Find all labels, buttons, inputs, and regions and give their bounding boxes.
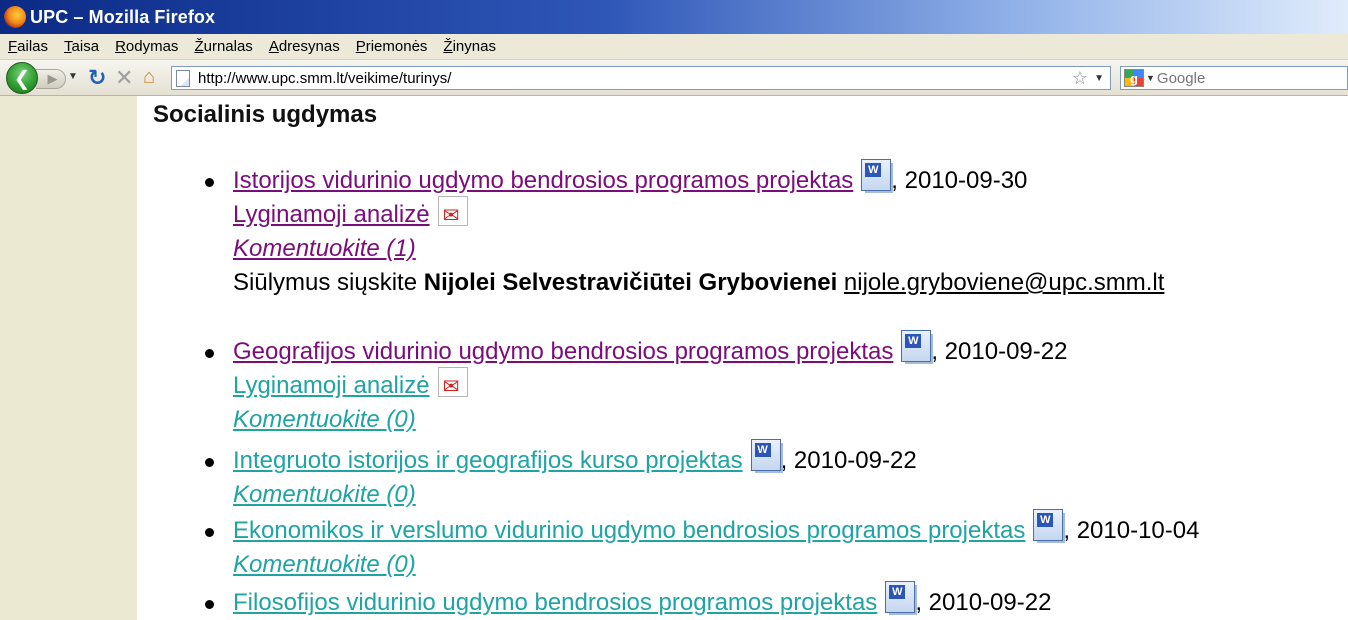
menu-rodymas[interactable]: Rodymas	[115, 38, 178, 55]
comment-link[interactable]: Komentuokite (0)	[233, 478, 416, 512]
reload-icon[interactable]: ↻	[88, 65, 106, 91]
arrow-left-icon: ❮	[13, 67, 31, 90]
window-titlebar: UPC – Mozilla Firefox	[0, 0, 1348, 34]
contact-name: Nijolei Selvestravičiūtei Grybovienei	[423, 269, 838, 296]
menu-adresynas[interactable]: Adresynas	[269, 38, 340, 55]
word-document-icon[interactable]	[861, 159, 892, 191]
bullet	[205, 600, 214, 609]
document-date: , 2010-09-22	[915, 589, 1052, 616]
pdf-document-icon[interactable]	[437, 367, 468, 404]
bullet	[205, 528, 214, 537]
back-button[interactable]: ❮	[6, 62, 38, 94]
menu-zurnalas[interactable]: Žurnalas	[194, 38, 252, 55]
comment-link[interactable]: Komentuokite (1)	[233, 232, 416, 266]
menu-failas[interactable]: Failas	[8, 38, 48, 55]
search-bar[interactable]: g ▼	[1120, 66, 1348, 90]
list-item: Integruoto istorijos ir geografijos kurs…	[205, 439, 917, 512]
word-document-icon[interactable]	[901, 330, 932, 362]
home-icon[interactable]: ⌂	[143, 66, 155, 89]
list-item: Filosofijos vidurinio ugdymo bendrosios …	[205, 581, 1052, 620]
firefox-logo-icon	[4, 6, 26, 28]
suggestion-text: Siūlymus siųskite	[233, 269, 418, 296]
menu-taisa[interactable]: Taisa	[64, 38, 99, 55]
section-heading: Socialinis ugdymas	[153, 101, 378, 128]
document-date: , 2010-09-22	[931, 338, 1068, 365]
comparative-analysis-link[interactable]: Lyginamoji analizė	[233, 369, 430, 403]
search-input[interactable]	[1156, 69, 1337, 87]
document-link[interactable]: Filosofijos vidurinio ugdymo bendrosios …	[233, 586, 877, 620]
navigation-toolbar: ▶ ❮ ▼ ↻ ✕ ⌂ http://www.upc.smm.lt/veikim…	[0, 60, 1348, 96]
document-link[interactable]: Ekonomikos ir verslumo vidurinio ugdymo …	[233, 514, 1025, 548]
comparative-analysis-link[interactable]: Lyginamoji analizė	[233, 198, 430, 232]
list-item: Istorijos vidurinio ugdymo bendrosios pr…	[205, 159, 1165, 300]
list-item: Geografijos vidurinio ugdymo bendrosios …	[205, 330, 1068, 437]
bullet	[205, 458, 214, 467]
word-document-icon[interactable]	[885, 581, 916, 613]
document-date: , 2010-09-22	[780, 447, 917, 474]
bookmark-star-icon[interactable]: ☆	[1072, 68, 1088, 89]
comment-link[interactable]: Komentuokite (0)	[233, 403, 416, 437]
document-date: , 2010-10-04	[1063, 517, 1200, 544]
arrow-right-icon: ▶	[47, 71, 58, 86]
forward-button[interactable]: ▶	[36, 69, 66, 89]
menu-priemones[interactable]: Priemonės	[356, 38, 428, 55]
bullet	[205, 349, 214, 358]
bullet	[205, 178, 214, 187]
url-text[interactable]: http://www.upc.smm.lt/veikime/turinys/	[198, 70, 451, 87]
history-dropdown-icon[interactable]: ▼	[68, 71, 78, 82]
document-link[interactable]: Geografijos vidurinio ugdymo bendrosios …	[233, 335, 893, 369]
menu-zinynas[interactable]: Žinynas	[443, 38, 496, 55]
document-date: , 2010-09-30	[891, 167, 1028, 194]
comment-link[interactable]: Komentuokite (0)	[233, 548, 416, 582]
word-document-icon[interactable]	[1033, 509, 1064, 541]
pdf-document-icon[interactable]	[437, 196, 468, 233]
search-engine-dropdown-icon[interactable]: ▼	[1146, 73, 1155, 83]
document-link[interactable]: Integruoto istorijos ir geografijos kurs…	[233, 444, 743, 478]
url-dropdown-icon[interactable]: ▼	[1094, 73, 1104, 84]
google-engine-icon[interactable]: g	[1124, 69, 1144, 87]
menu-bar: Failas Taisa Rodymas Žurnalas Adresynas …	[0, 34, 1348, 60]
stop-icon[interactable]: ✕	[115, 65, 133, 91]
page-content: Socialinis ugdymas Istorijos vidurinio u…	[137, 96, 1348, 620]
page-icon	[176, 69, 190, 87]
document-link[interactable]: Istorijos vidurinio ugdymo bendrosios pr…	[233, 164, 853, 198]
list-item: Ekonomikos ir verslumo vidurinio ugdymo …	[205, 509, 1200, 582]
page-sidebar	[0, 96, 137, 620]
contact-email-link[interactable]: nijole.gryboviene@upc.smm.lt	[844, 266, 1165, 300]
address-bar[interactable]: http://www.upc.smm.lt/veikime/turinys/ ☆…	[171, 66, 1111, 90]
window-title: UPC – Mozilla Firefox	[30, 6, 216, 27]
word-document-icon[interactable]	[750, 439, 781, 471]
